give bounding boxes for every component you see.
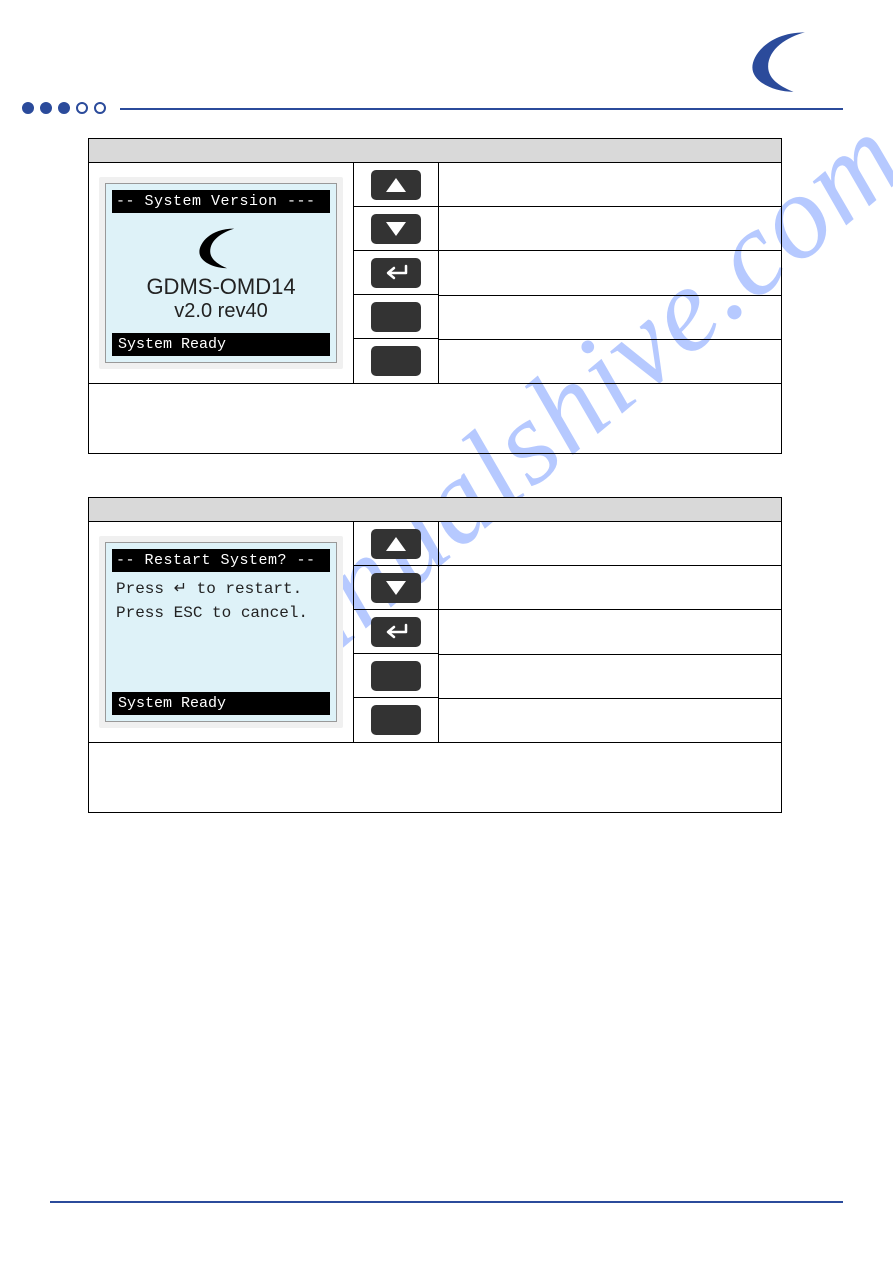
lcd-screenshot-cell: -- Restart System? -- Press ↵ to restart…: [89, 522, 354, 742]
header-rule: [120, 108, 843, 110]
decoration-dots: [22, 102, 106, 114]
blank-button-icon: [371, 705, 421, 735]
footer-rule: [50, 1201, 843, 1203]
description-enter: [439, 610, 781, 654]
description-blank-1: [439, 655, 781, 699]
down-button-icon: [371, 214, 421, 244]
table-header: [89, 498, 781, 522]
blank-button-icon: [371, 302, 421, 332]
enter-button-icon: [371, 617, 421, 647]
button-cell-up: [354, 163, 439, 207]
button-cell-blank-2: [354, 698, 439, 742]
lcd-title: -- System Version ---: [112, 190, 330, 213]
notes-row: [89, 742, 781, 812]
lcd-product-name: GDMS-OMD14: [146, 274, 295, 300]
blank-button-icon: [371, 661, 421, 691]
button-cell-up: [354, 522, 439, 566]
lcd-instruction-2: Press ESC to cancel.: [106, 604, 336, 628]
lcd-title: -- Restart System? --: [112, 549, 330, 572]
description-enter: [439, 251, 781, 295]
button-cell-enter: [354, 251, 439, 295]
description-up: [439, 163, 781, 207]
table-system-version: -- System Version --- GDMS-OMD14 v2.0 re…: [88, 138, 782, 454]
lcd-status: System Ready: [112, 692, 330, 715]
button-cell-blank-1: [354, 654, 439, 698]
description-down: [439, 566, 781, 610]
description-blank-2: [439, 699, 781, 742]
lcd-panel: -- Restart System? -- Press ↵ to restart…: [99, 536, 343, 728]
notes-row: [89, 383, 781, 453]
lcd-instruction-1: Press ↵ to restart.: [106, 572, 336, 604]
description-up: [439, 522, 781, 566]
blank-button-icon: [371, 346, 421, 376]
description-blank-2: [439, 340, 781, 383]
description-blank-1: [439, 296, 781, 340]
table-header: [89, 139, 781, 163]
button-cell-down: [354, 207, 439, 251]
button-cell-blank-1: [354, 295, 439, 339]
brand-logo: [738, 28, 828, 98]
button-cell-enter: [354, 610, 439, 654]
up-button-icon: [371, 529, 421, 559]
down-button-icon: [371, 573, 421, 603]
lcd-logo-icon: [191, 224, 251, 274]
lcd-panel: -- System Version --- GDMS-OMD14 v2.0 re…: [99, 177, 343, 369]
enter-button-icon: [371, 258, 421, 288]
up-button-icon: [371, 170, 421, 200]
lcd-status: System Ready: [112, 333, 330, 356]
button-cell-down: [354, 566, 439, 610]
button-cell-blank-2: [354, 339, 439, 383]
description-down: [439, 207, 781, 251]
table-restart-system: -- Restart System? -- Press ↵ to restart…: [88, 497, 782, 813]
lcd-version: v2.0 rev40: [174, 300, 267, 323]
lcd-screenshot-cell: -- System Version --- GDMS-OMD14 v2.0 re…: [89, 163, 354, 383]
